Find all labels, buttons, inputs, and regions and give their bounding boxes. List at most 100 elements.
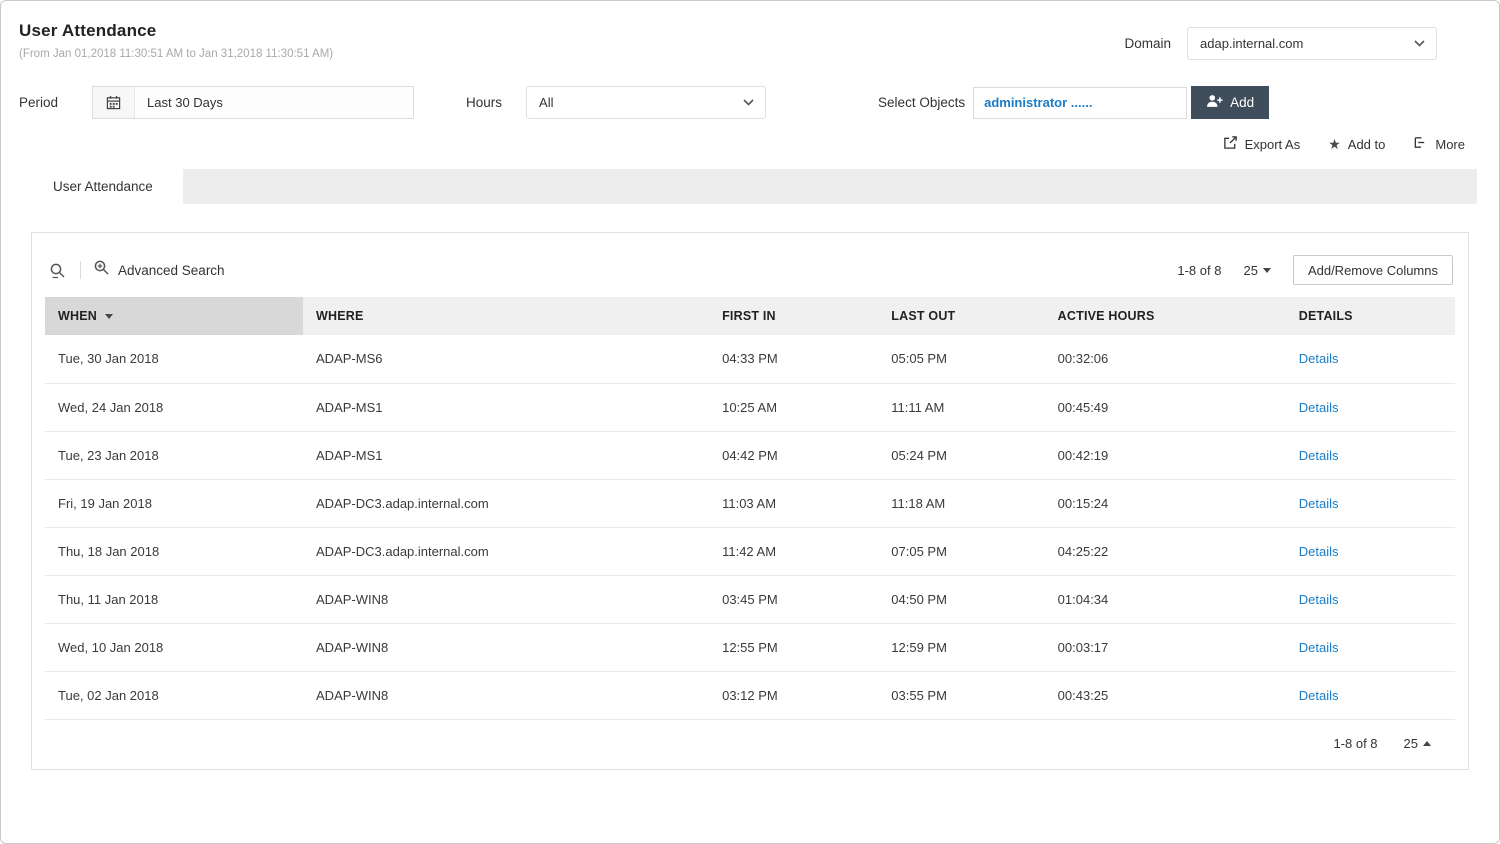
- user-attendance-page: User Attendance (From Jan 01,2018 11:30:…: [0, 0, 1500, 844]
- calendar-icon[interactable]: [93, 87, 135, 118]
- advanced-search-button[interactable]: Advanced Search: [93, 259, 225, 281]
- cell-first-in: 04:33 PM: [709, 335, 878, 383]
- cell-first-in: 10:25 AM: [709, 383, 878, 431]
- cell-last-out: 03:55 PM: [878, 671, 1044, 719]
- add-button[interactable]: Add: [1191, 86, 1269, 119]
- table-toolbar: Advanced Search 1-8 of 8 25 Add/Remove C…: [45, 233, 1455, 297]
- add-remove-columns-button[interactable]: Add/Remove Columns: [1293, 255, 1453, 285]
- cell-details: Details: [1286, 431, 1455, 479]
- cell-where: ADAP-WIN8: [303, 575, 709, 623]
- more-label: More: [1435, 137, 1465, 152]
- table-body: Tue, 30 Jan 2018ADAP-MS604:33 PM05:05 PM…: [45, 335, 1455, 719]
- cell-details: Details: [1286, 335, 1455, 383]
- hours-value: All: [539, 95, 553, 110]
- details-link[interactable]: Details: [1299, 496, 1339, 511]
- chevron-down-icon: [731, 87, 765, 118]
- chevron-down-icon: [1263, 268, 1271, 273]
- toolbar-divider: [80, 261, 81, 279]
- cell-when: Wed, 24 Jan 2018: [45, 383, 303, 431]
- period-label: Period: [19, 95, 58, 110]
- cell-where: ADAP-MS1: [303, 431, 709, 479]
- tab-bar: User Attendance: [23, 169, 1477, 204]
- cell-active-hours: 01:04:34: [1045, 575, 1286, 623]
- report-panel: Advanced Search 1-8 of 8 25 Add/Remove C…: [31, 232, 1469, 770]
- cell-first-in: 11:42 AM: [709, 527, 878, 575]
- table-header-row: WHEN WHERE FIRST IN LAST OUT ACTIVE HOUR…: [45, 297, 1455, 335]
- domain-value: adap.internal.com: [1200, 36, 1303, 51]
- advanced-search-label: Advanced Search: [118, 263, 225, 278]
- add-button-label: Add: [1230, 95, 1254, 110]
- column-header-last-out[interactable]: LAST OUT: [878, 297, 1044, 335]
- star-icon: ★: [1328, 137, 1341, 151]
- select-objects-value: administrator ......: [984, 95, 1092, 110]
- hours-label: Hours: [466, 95, 502, 110]
- cell-where: ADAP-MS1: [303, 383, 709, 431]
- add-user-icon: [1206, 94, 1223, 111]
- export-as-button[interactable]: Export As: [1223, 135, 1301, 153]
- cell-when: Wed, 10 Jan 2018: [45, 623, 303, 671]
- cell-active-hours: 00:03:17: [1045, 623, 1286, 671]
- cell-when: Tue, 23 Jan 2018: [45, 431, 303, 479]
- column-header-active-hours[interactable]: ACTIVE HOURS: [1045, 297, 1286, 335]
- cell-first-in: 03:45 PM: [709, 575, 878, 623]
- page-title: User Attendance: [19, 21, 333, 41]
- page-size-dropdown[interactable]: 25: [1243, 263, 1270, 278]
- details-link[interactable]: Details: [1299, 400, 1339, 415]
- cell-last-out: 12:59 PM: [878, 623, 1044, 671]
- table-row: Fri, 19 Jan 2018ADAP-DC3.adap.internal.c…: [45, 479, 1455, 527]
- cell-when: Fri, 19 Jan 2018: [45, 479, 303, 527]
- add-to-button[interactable]: ★ Add to: [1328, 137, 1385, 152]
- title-block: User Attendance (From Jan 01,2018 11:30:…: [19, 21, 333, 60]
- table-row: Wed, 10 Jan 2018ADAP-WIN812:55 PM12:59 P…: [45, 623, 1455, 671]
- cell-last-out: 04:50 PM: [878, 575, 1044, 623]
- cell-when: Thu, 18 Jan 2018: [45, 527, 303, 575]
- details-link[interactable]: Details: [1299, 544, 1339, 559]
- cell-first-in: 03:12 PM: [709, 671, 878, 719]
- details-link[interactable]: Details: [1299, 448, 1339, 463]
- column-header-where[interactable]: WHERE: [303, 297, 709, 335]
- report-date-range: (From Jan 01,2018 11:30:51 AM to Jan 31,…: [19, 48, 333, 60]
- period-value: Last 30 Days: [135, 95, 223, 110]
- toolbar-right: 1-8 of 8 25 Add/Remove Columns: [1177, 255, 1453, 285]
- cell-active-hours: 00:43:25: [1045, 671, 1286, 719]
- tab-user-attendance[interactable]: User Attendance: [23, 169, 183, 204]
- cell-active-hours: 00:45:49: [1045, 383, 1286, 431]
- chevron-down-icon: [1402, 28, 1436, 59]
- details-link[interactable]: Details: [1299, 640, 1339, 655]
- cell-last-out: 05:24 PM: [878, 431, 1044, 479]
- cell-details: Details: [1286, 527, 1455, 575]
- sort-descending-icon: [105, 314, 113, 319]
- page-size-value: 25: [1404, 736, 1418, 751]
- page-size-dropdown[interactable]: 25: [1404, 736, 1431, 751]
- period-picker[interactable]: Last 30 Days: [92, 86, 414, 119]
- cell-last-out: 11:11 AM: [878, 383, 1044, 431]
- column-header-when[interactable]: WHEN: [45, 297, 303, 335]
- more-button[interactable]: More: [1413, 135, 1465, 153]
- cell-when: Tue, 02 Jan 2018: [45, 671, 303, 719]
- domain-select[interactable]: adap.internal.com: [1187, 27, 1437, 60]
- cell-first-in: 04:42 PM: [709, 431, 878, 479]
- cell-where: ADAP-MS6: [303, 335, 709, 383]
- search-icon[interactable]: [47, 260, 68, 281]
- cell-where: ADAP-WIN8: [303, 671, 709, 719]
- cell-where: ADAP-DC3.adap.internal.com: [303, 479, 709, 527]
- details-link[interactable]: Details: [1299, 351, 1339, 366]
- cell-first-in: 11:03 AM: [709, 479, 878, 527]
- more-icon: [1413, 135, 1428, 153]
- select-objects-input[interactable]: administrator ......: [973, 87, 1187, 119]
- cell-when: Thu, 11 Jan 2018: [45, 575, 303, 623]
- column-header-first-in[interactable]: FIRST IN: [709, 297, 878, 335]
- domain-group: Domain adap.internal.com: [1124, 27, 1437, 60]
- column-header-when-label: WHEN: [58, 309, 97, 323]
- filters-row: Period Last 30 Days Hours All Select Obj…: [1, 60, 1499, 119]
- cell-last-out: 05:05 PM: [878, 335, 1044, 383]
- pagination-range: 1-8 of 8: [1333, 736, 1377, 751]
- cell-where: ADAP-DC3.adap.internal.com: [303, 527, 709, 575]
- details-link[interactable]: Details: [1299, 592, 1339, 607]
- cell-active-hours: 00:15:24: [1045, 479, 1286, 527]
- column-header-details[interactable]: DETAILS: [1286, 297, 1455, 335]
- table-row: Thu, 11 Jan 2018ADAP-WIN803:45 PM04:50 P…: [45, 575, 1455, 623]
- details-link[interactable]: Details: [1299, 688, 1339, 703]
- pagination-range: 1-8 of 8: [1177, 263, 1221, 278]
- hours-select[interactable]: All: [526, 86, 766, 119]
